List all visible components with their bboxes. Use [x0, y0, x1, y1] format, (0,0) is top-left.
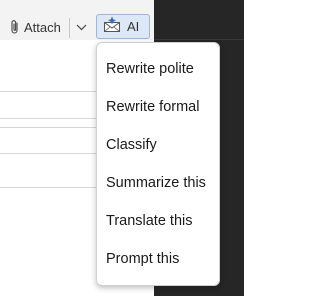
toolbar-divider [69, 18, 70, 38]
chevron-down-icon [76, 18, 87, 36]
attach-label: Attach [24, 19, 61, 35]
ai-button-label: AI [127, 19, 140, 34]
attach-button[interactable]: Attach [10, 17, 61, 37]
dark-pane-divider [154, 39, 244, 40]
ai-button[interactable]: AI [96, 14, 150, 39]
menu-item-rewrite-polite[interactable]: Rewrite polite [106, 56, 194, 82]
attach-dropdown-button[interactable] [73, 17, 89, 37]
paperclip-icon [10, 19, 20, 35]
menu-item-prompt-this[interactable]: Prompt this [106, 246, 179, 272]
menu-item-classify[interactable]: Classify [106, 132, 157, 158]
menu-item-summarize-this[interactable]: Summarize this [106, 170, 206, 196]
menu-item-rewrite-formal[interactable]: Rewrite formal [106, 94, 199, 120]
menu-item-translate-this[interactable]: Translate this [106, 208, 193, 234]
envelope-spark-icon [103, 16, 121, 38]
ai-menu: Rewrite polite Rewrite formal Classify S… [96, 42, 220, 286]
